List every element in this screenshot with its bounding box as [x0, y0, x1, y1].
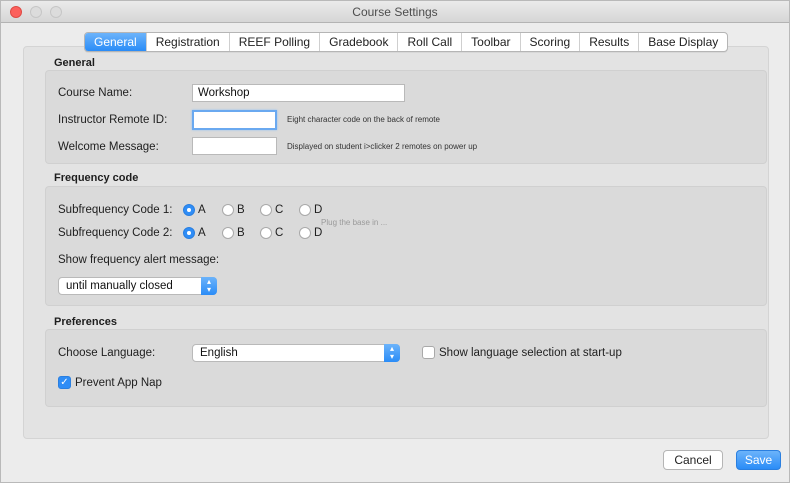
preferences-panel [45, 329, 767, 407]
updown-chevron-icon: ▴ ▾ [384, 344, 400, 362]
tab-reef-polling[interactable]: REEF Polling [230, 33, 321, 51]
tab-toolbar[interactable]: Toolbar [462, 33, 521, 51]
tab-results[interactable]: Results [580, 33, 640, 51]
radio-icon [299, 227, 311, 239]
sub1-radio-a[interactable]: A [183, 204, 206, 216]
title-bar: Course Settings [1, 1, 789, 23]
checkmark-icon: ✓ [58, 376, 71, 389]
remote-id-label: Instructor Remote ID: [58, 114, 168, 126]
alert-message-select[interactable]: until manually closed ▴ ▾ [58, 277, 217, 295]
prevent-app-nap-checkbox[interactable]: ✓ Prevent App Nap [58, 376, 162, 389]
course-name-input[interactable]: Workshop [192, 84, 405, 102]
radio-icon [222, 227, 234, 239]
subfrequency-2-label: Subfrequency Code 2: [58, 227, 173, 239]
course-settings-window: Course Settings General Registration REE… [0, 0, 790, 483]
course-name-label: Course Name: [58, 87, 133, 99]
radio-icon [260, 227, 272, 239]
plug-base-hint: Plug the base in ... [321, 218, 388, 227]
checkbox-icon [422, 346, 435, 359]
language-select[interactable]: English ▴ ▾ [192, 344, 400, 362]
subfrequency-1-label: Subfrequency Code 1: [58, 204, 173, 216]
cancel-button[interactable]: Cancel [663, 450, 723, 470]
tab-scoring[interactable]: Scoring [521, 33, 581, 51]
radio-selected-icon [183, 204, 195, 216]
radio-selected-icon [183, 227, 195, 239]
updown-chevron-icon: ▴ ▾ [201, 277, 217, 295]
tab-general[interactable]: General [85, 33, 147, 51]
welcome-message-label: Welcome Message: [58, 141, 159, 153]
sub1-radio-d[interactable]: D [299, 204, 322, 216]
language-value: English [200, 347, 238, 359]
preferences-section-title: Preferences [54, 316, 117, 328]
tab-bar: General Registration REEF Polling Gradeb… [84, 32, 729, 52]
language-label: Choose Language: [58, 347, 156, 359]
sub1-radio-b[interactable]: B [222, 204, 245, 216]
radio-icon [299, 204, 311, 216]
sub1-radio-c[interactable]: C [260, 204, 283, 216]
sub2-radio-b[interactable]: B [222, 227, 245, 239]
general-section-title: General [54, 57, 95, 69]
tab-registration[interactable]: Registration [147, 33, 230, 51]
tab-roll-call[interactable]: Roll Call [398, 33, 463, 51]
remote-id-input[interactable] [192, 110, 277, 130]
sub2-radio-c[interactable]: C [260, 227, 283, 239]
frequency-section-title: Frequency code [54, 172, 139, 184]
show-language-checkbox[interactable]: Show language selection at start-up [422, 346, 622, 359]
window-title: Course Settings [352, 5, 438, 19]
save-button[interactable]: Save [736, 450, 781, 470]
tab-base-display[interactable]: Base Display [639, 33, 727, 51]
alert-message-value: until manually closed [66, 280, 173, 292]
sub2-radio-d[interactable]: D [299, 227, 322, 239]
welcome-message-input[interactable] [192, 137, 277, 155]
welcome-message-hint: Displayed on student i>clicker 2 remotes… [287, 142, 478, 151]
sub2-radio-a[interactable]: A [183, 227, 206, 239]
radio-icon [260, 204, 272, 216]
remote-id-hint: Eight character code on the back of remo… [287, 115, 440, 124]
radio-icon [222, 204, 234, 216]
tab-gradebook[interactable]: Gradebook [320, 33, 399, 51]
alert-message-label: Show frequency alert message: [58, 254, 220, 266]
